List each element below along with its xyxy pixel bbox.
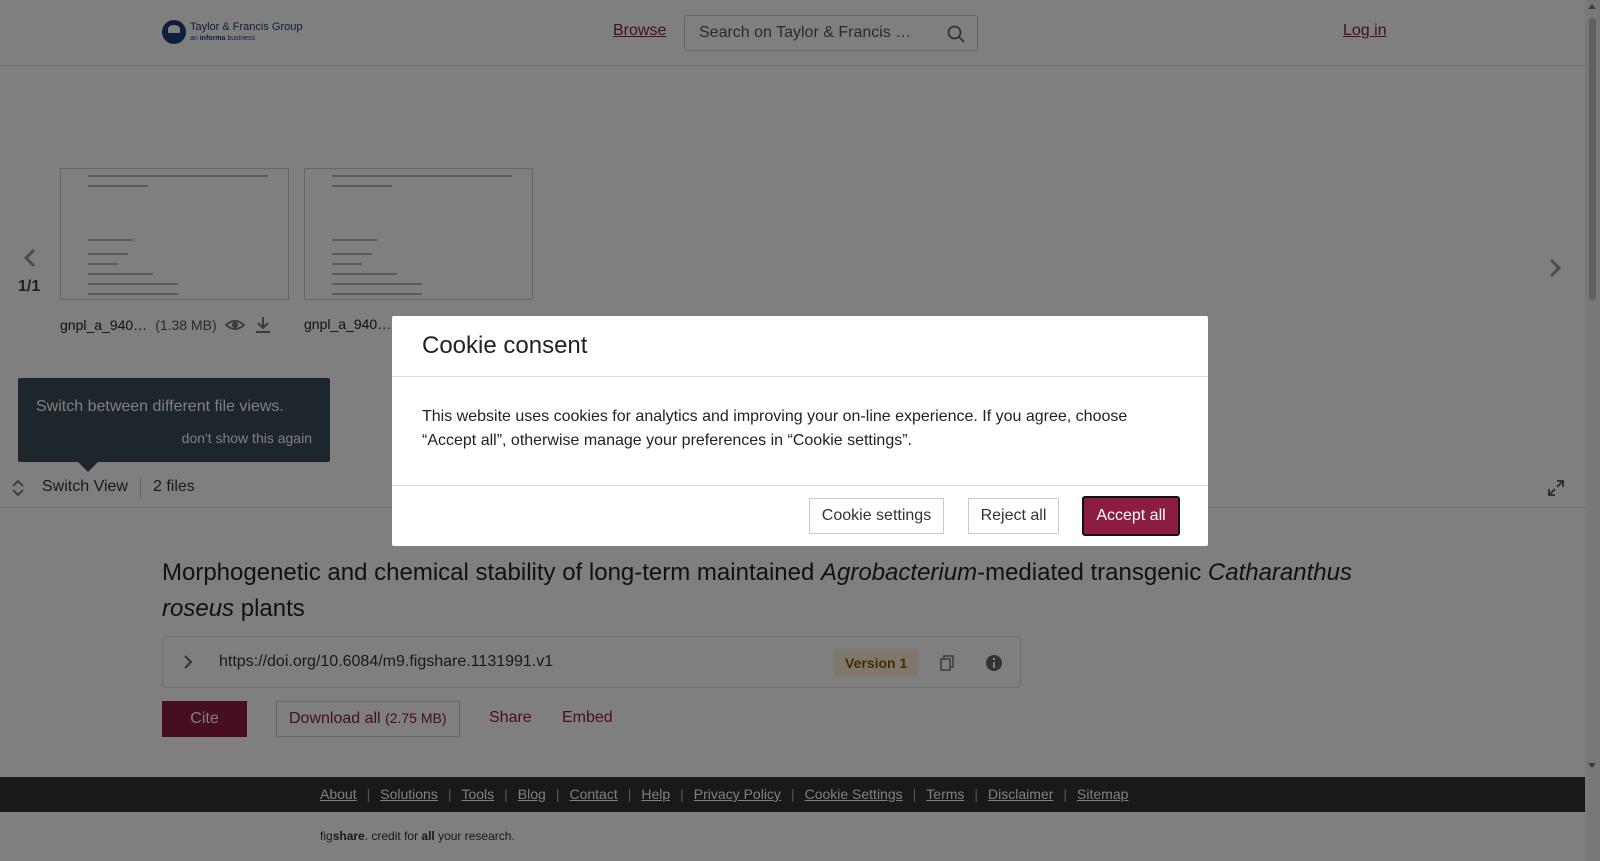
reject-all-button[interactable]: Reject all	[968, 498, 1059, 534]
cookie-settings-button[interactable]: Cookie settings	[809, 498, 944, 534]
dialog-title: Cookie consent	[422, 332, 588, 359]
dialog-body: This website uses cookies for analytics …	[422, 408, 1128, 449]
cookie-consent-dialog: Cookie consent This website uses cookies…	[392, 316, 1208, 546]
accept-all-button[interactable]: Accept all	[1082, 496, 1180, 536]
